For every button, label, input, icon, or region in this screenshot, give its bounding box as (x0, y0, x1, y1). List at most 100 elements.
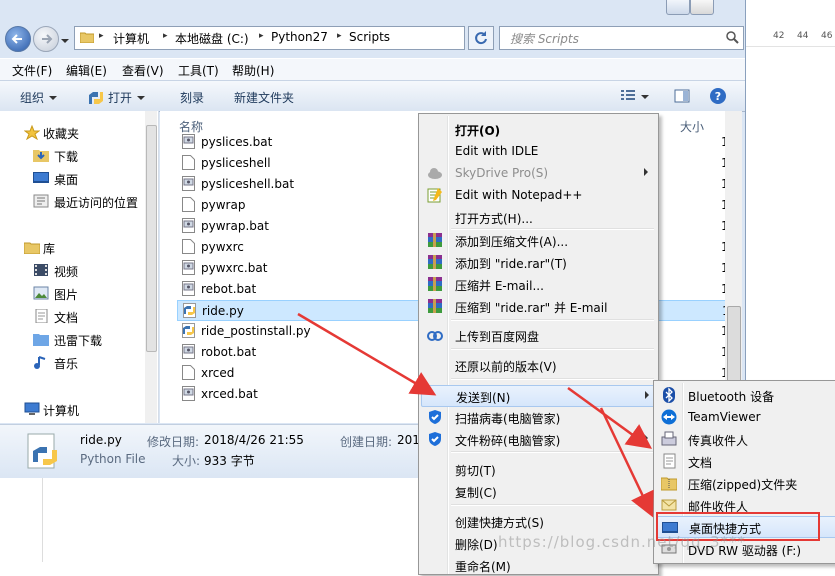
recent-pages-button[interactable] (61, 34, 69, 43)
python-file-icon (183, 303, 196, 318)
menu-item-edit-idle[interactable]: Edit with IDLE (421, 140, 656, 162)
details-filename: ride.py (80, 433, 122, 447)
menu-item-label: 发送到(N) (456, 391, 511, 405)
python-file-icon (182, 323, 195, 338)
organize-label: 组织 (20, 91, 45, 105)
nav-label: 计算机 (43, 404, 80, 418)
sendto-documents[interactable]: 文档 (656, 450, 834, 472)
mail-icon (661, 499, 677, 511)
menu-item-cut[interactable]: 剪切(T) (421, 458, 656, 480)
nav-label: 最近访问的位置 (54, 196, 139, 210)
menu-view[interactable]: 查看(V) (122, 62, 164, 79)
maximize-button[interactable] (690, 0, 714, 15)
menu-tools[interactable]: 工具(T) (178, 62, 219, 79)
zip-folder-icon (661, 477, 677, 491)
background-document-page (42, 478, 423, 562)
menu-item-add-archive[interactable]: 添加到压缩文件(A)... (421, 229, 656, 251)
menu-item-baidu-upload[interactable]: 上传到百度网盘 (421, 324, 656, 346)
nav-xunlei-downloads[interactable]: 迅雷下载 (0, 329, 150, 349)
view-options-button[interactable] (620, 89, 649, 104)
menu-help[interactable]: 帮助(H) (232, 62, 274, 79)
menu-item-open-with[interactable]: 打开方式(H)... (421, 206, 656, 228)
menu-item-compress-rar-email[interactable]: 压缩到 "ride.rar" 并 E-mail (421, 295, 656, 317)
breadcrumb-python27[interactable]: Python27 (271, 30, 328, 44)
preview-pane-button[interactable] (674, 89, 690, 106)
menu-item-add-rar[interactable]: 添加到 "ride.rar"(T) (421, 251, 656, 273)
help-button[interactable]: ? (709, 87, 727, 108)
documents-icon (663, 453, 676, 469)
menu-item-restore-previous[interactable]: 还原以前的版本(V) (421, 354, 656, 376)
file-icon (182, 365, 195, 380)
sendto-fax[interactable]: 传真收件人 (656, 428, 834, 450)
nav-favorites[interactable]: 收藏夹 (0, 122, 150, 142)
menu-edit[interactable]: 编辑(E) (66, 62, 107, 79)
recent-places-icon (33, 194, 49, 208)
menu-item-copy[interactable]: 复制(C) (421, 480, 656, 502)
scrollbar-thumb[interactable] (727, 306, 741, 388)
address-bar[interactable]: ▸ 计算机 ▸ 本地磁盘 (C:) ▸ Python27 ▸ Scripts (74, 26, 534, 50)
refresh-button[interactable] (468, 26, 494, 50)
menu-item-compress-email[interactable]: 压缩并 E-mail... (421, 273, 656, 295)
menu-item-open[interactable]: 打开(O) (421, 118, 656, 140)
new-folder-button[interactable]: 新建文件夹 (234, 89, 294, 106)
view-list-icon (621, 90, 635, 100)
nav-music[interactable]: 音乐 (0, 352, 150, 372)
menu-item-notepadpp[interactable]: Edit with Notepad++ (421, 184, 656, 206)
batch-file-icon (182, 281, 195, 296)
burn-button[interactable]: 刻录 (180, 89, 204, 106)
minimize-button[interactable] (666, 0, 690, 15)
breadcrumb-scripts[interactable]: Scripts (349, 30, 390, 44)
notepadpp-icon (427, 188, 442, 203)
menu-item-scan-virus[interactable]: 扫描病毒(电脑管家) (421, 406, 656, 428)
nav-label: 音乐 (54, 357, 79, 371)
menu-item-create-shortcut[interactable]: 创建快捷方式(S) (421, 510, 656, 532)
file-name: pywrap (201, 198, 246, 212)
breadcrumb-separator-icon: ▸ (99, 31, 104, 41)
forward-button[interactable] (33, 26, 59, 52)
sendto-bluetooth[interactable]: Bluetooth 设备 (656, 384, 834, 406)
open-button[interactable]: 打开 (88, 89, 146, 106)
nav-desktop[interactable]: 桌面 (0, 168, 150, 188)
file-name: pysliceshell.bat (201, 177, 295, 191)
menu-item-label: 压缩到 "ride.rar" 并 E-mail (455, 301, 608, 315)
scrollbar-thumb[interactable] (146, 125, 157, 352)
search-icon (726, 31, 739, 44)
nav-label: 图片 (54, 288, 79, 302)
menu-file[interactable]: 文件(F) (12, 62, 52, 79)
back-button[interactable] (5, 26, 31, 52)
nav-recent-places[interactable]: 最近访问的位置 (0, 191, 150, 211)
sendto-teamviewer[interactable]: TeamViewer (656, 406, 834, 428)
ruler-tick: 46 (821, 31, 833, 41)
organize-button[interactable]: 组织 (20, 89, 58, 106)
arrow-left-icon (11, 34, 22, 44)
nav-documents[interactable]: 文档 (0, 306, 150, 326)
batch-file-icon (182, 344, 195, 359)
nav-label: 桌面 (54, 173, 79, 187)
chevron-down-icon (641, 95, 649, 99)
menu-bar: 文件(F) 编辑(E) 查看(V) 工具(T) 帮助(H) (0, 58, 745, 81)
file-list-scrollbar[interactable] (725, 111, 742, 423)
nav-pictures[interactable]: 图片 (0, 283, 150, 303)
winrar-icon (428, 255, 442, 269)
menu-item-shred[interactable]: 文件粉碎(电脑管家) (421, 428, 656, 450)
menu-item-label: 传真收件人 (688, 434, 749, 448)
menu-item-rename[interactable]: 重命名(M) (421, 554, 656, 576)
breadcrumb-computer[interactable]: 计算机 (113, 30, 149, 47)
search-input[interactable]: 搜索 Scripts (499, 26, 744, 50)
menu-item-label: Edit with Notepad++ (455, 188, 583, 202)
nav-scrollbar[interactable] (145, 111, 157, 423)
nav-computer[interactable]: 计算机 (0, 399, 150, 419)
nav-libraries[interactable]: 库 (0, 237, 150, 257)
menu-separator (451, 504, 654, 506)
sendto-zip[interactable]: 压缩(zipped)文件夹 (656, 472, 834, 494)
computer-icon (24, 402, 40, 416)
nav-downloads[interactable]: 下载 (0, 145, 150, 165)
navigation-pane: 收藏夹 下载 桌面 最近访问的位置 库 视频 图片 文档 迅雷下载 音乐 计算机 (0, 111, 159, 423)
menu-item-send-to[interactable]: 发送到(N) (421, 385, 658, 407)
menu-item-skydrive[interactable]: SkyDrive Pro(S) (421, 162, 656, 184)
menu-item-label: TeamViewer (688, 410, 761, 424)
breadcrumb-local-disk[interactable]: 本地磁盘 (C:) (175, 30, 249, 47)
download-folder-icon (33, 332, 49, 346)
help-icon: ? (710, 88, 726, 104)
nav-videos[interactable]: 视频 (0, 260, 150, 280)
